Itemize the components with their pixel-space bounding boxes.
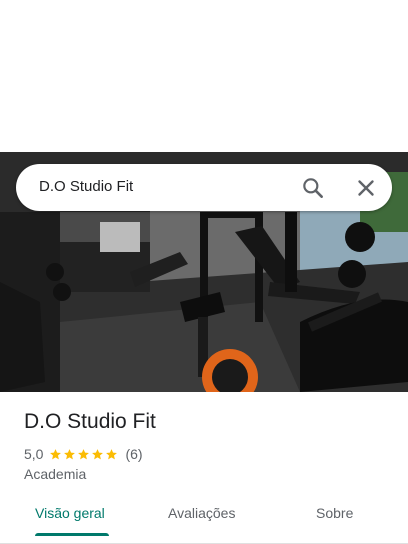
search-input[interactable]: D.O Studio Fit: [39, 178, 133, 195]
rating-row[interactable]: 5,0 (6): [24, 445, 143, 463]
search-icon[interactable]: [300, 175, 326, 201]
star-icon: [78, 448, 90, 459]
star-icon: [92, 448, 104, 459]
tab-reviews[interactable]: Avaliações: [168, 505, 235, 521]
star-icon: [106, 448, 118, 459]
star-icon: [50, 448, 62, 459]
place-category[interactable]: Academia: [24, 466, 86, 482]
active-tab-indicator: [35, 533, 109, 536]
tab-overview[interactable]: Visão geral: [35, 505, 105, 521]
close-icon[interactable]: [353, 175, 379, 201]
tab-bar: Visão geral Avaliações Sobre: [0, 493, 408, 544]
star-icon: [64, 448, 76, 459]
search-bar[interactable]: D.O Studio Fit: [16, 164, 392, 211]
tab-about[interactable]: Sobre: [316, 505, 353, 521]
rating-value: 5,0: [24, 446, 44, 462]
place-title: D.O Studio Fit: [24, 410, 156, 433]
blank-map-area: [0, 0, 408, 152]
star-rating: [49, 448, 119, 461]
review-count[interactable]: (6): [125, 446, 142, 462]
